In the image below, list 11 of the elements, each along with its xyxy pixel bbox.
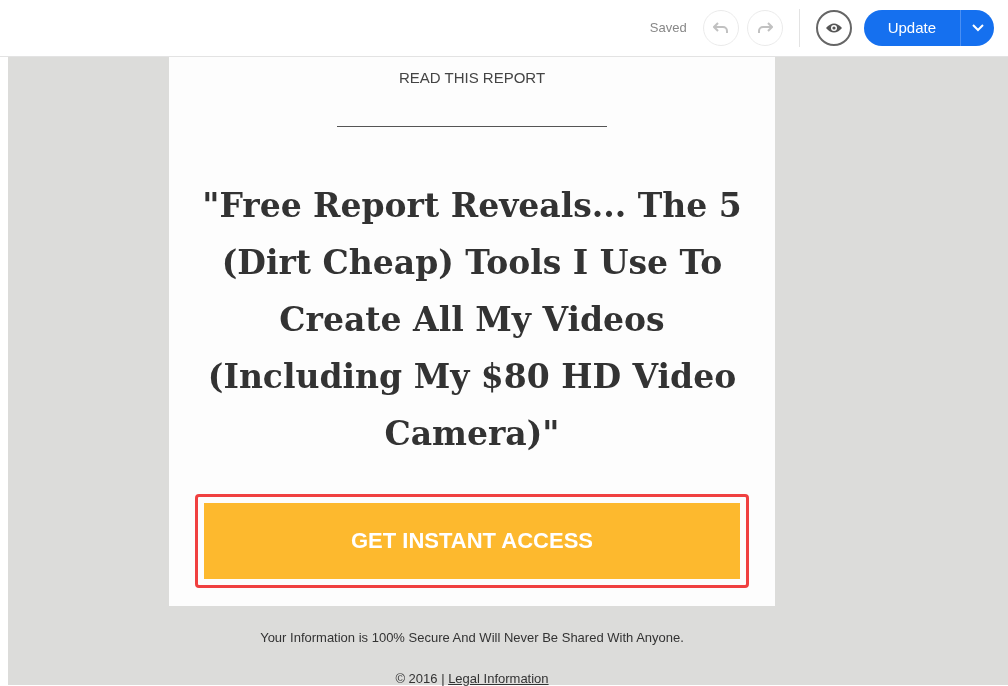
eye-icon <box>824 22 843 34</box>
legal-link[interactable]: Legal Information <box>448 671 549 686</box>
chevron-down-icon <box>971 24 984 32</box>
redo-icon <box>756 22 773 34</box>
copyright-text: © 2016 | Legal Information <box>395 670 549 686</box>
eyebrow-text: READ THIS REPORT <box>397 68 547 88</box>
preview-button[interactable] <box>815 10 852 46</box>
security-notice: Your Information is 100% Secure And Will Never Be Shared With Anyone. <box>260 628 684 647</box>
save-status: Saved <box>649 19 687 38</box>
undo-icon <box>712 22 729 34</box>
headline: "Free Report Reveals... The 5 (Dirt Cheap) Tools I Use To Create All My Videos (Including My $80 HD Video Camera)" <box>201 184 743 455</box>
